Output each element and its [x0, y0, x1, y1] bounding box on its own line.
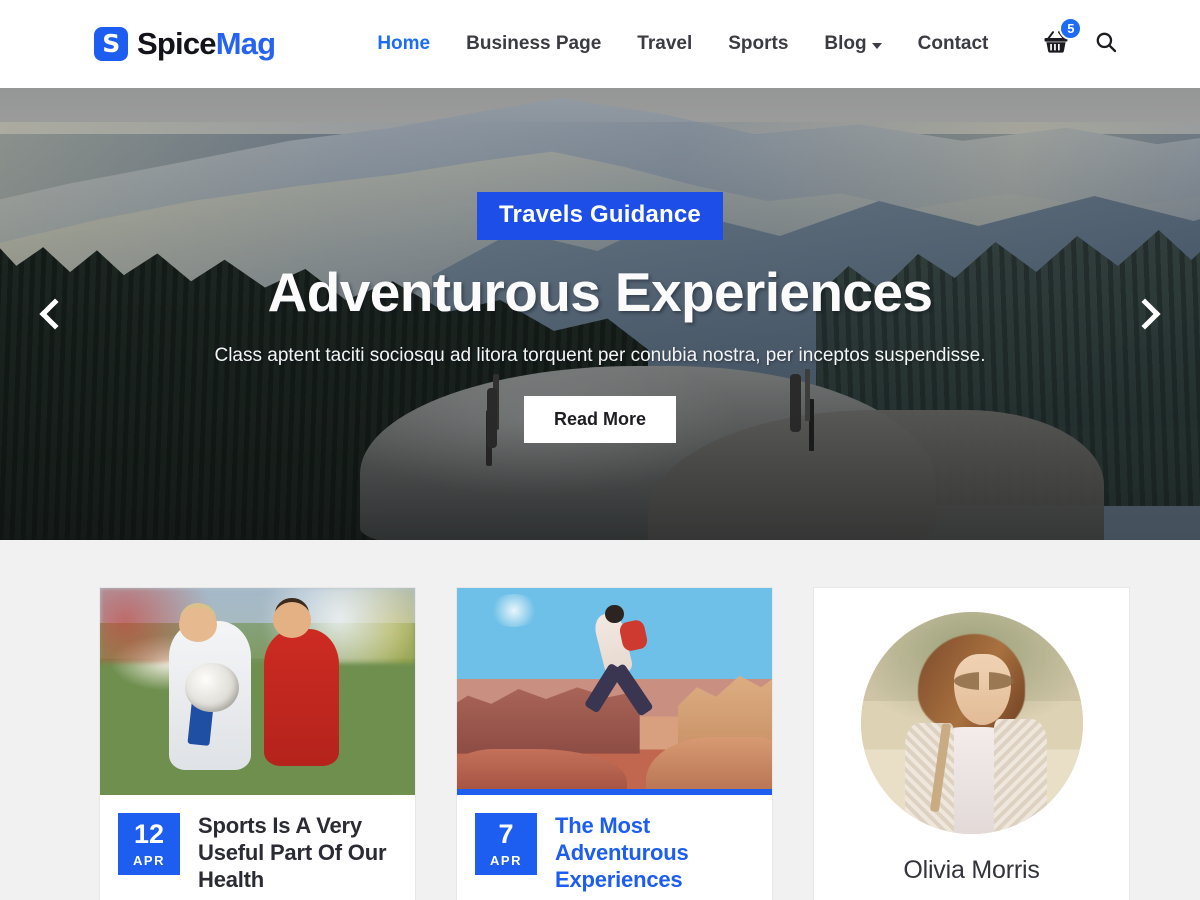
post-date-month: APR: [490, 852, 522, 868]
hero-prev-button[interactable]: [32, 291, 78, 337]
nav-item-contact[interactable]: Contact: [900, 33, 1007, 55]
author-profile-card: Olivia Morris: [814, 588, 1129, 900]
cart-count-badge: 5: [1059, 16, 1083, 40]
featured-cards-section: 12 APR Sports Is A Very Useful Part Of O…: [0, 540, 1200, 900]
post-card-sports-title[interactable]: Sports Is A Very Useful Part Of Our Heal…: [198, 813, 399, 893]
post-card-adventure-image[interactable]: [457, 588, 772, 795]
post-card-adventure[interactable]: 7 APR The Most Adventurous Experiences: [457, 588, 772, 900]
author-name: Olivia Morris: [903, 856, 1040, 884]
cart-button[interactable]: 5: [1042, 16, 1083, 60]
post-date-day: 7: [498, 818, 514, 849]
nav-item-contact-label: Contact: [917, 33, 989, 54]
post-card-adventure-body: 7 APR The Most Adventurous Experiences: [457, 795, 772, 900]
logo-wordmark: SpiceMag: [137, 26, 276, 62]
cards-row: 12 APR Sports Is A Very Useful Part Of O…: [100, 588, 1129, 900]
post-date-month: APR: [133, 852, 165, 868]
nav-item-business-page-label: Business Page: [466, 33, 602, 54]
logo-word-primary: Spice: [137, 26, 217, 61]
chevron-left-icon: [39, 298, 71, 330]
main-navigation: Home Business Page Travel Sports Blog Co…: [359, 33, 1006, 55]
hero-title: Adventurous Experiences: [267, 261, 933, 323]
post-date-badge: 7 APR: [475, 813, 537, 875]
site-header: S SpiceMag Home Business Page Travel Spo…: [0, 0, 1200, 88]
post-card-sports-body: 12 APR Sports Is A Very Useful Part Of O…: [100, 795, 415, 900]
logo-mark-letter: S: [102, 28, 120, 58]
post-date-badge: 12 APR: [118, 813, 180, 875]
nav-item-home-label: Home: [377, 33, 431, 54]
nav-item-sports[interactable]: Sports: [710, 33, 806, 55]
nav-item-travel-label: Travel: [637, 33, 693, 54]
search-button[interactable]: [1094, 30, 1118, 59]
avatar: [860, 612, 1083, 834]
nav-item-business-page[interactable]: Business Page: [448, 33, 619, 55]
chevron-right-icon: [1129, 298, 1161, 330]
site-logo[interactable]: S SpiceMag: [94, 26, 276, 62]
chevron-down-icon: [871, 43, 882, 49]
hero-read-more-button[interactable]: Read More: [523, 395, 677, 443]
hero-next-button[interactable]: [1122, 291, 1168, 337]
nav-item-travel[interactable]: Travel: [619, 33, 710, 55]
post-card-sports[interactable]: 12 APR Sports Is A Very Useful Part Of O…: [100, 588, 415, 900]
search-icon: [1097, 32, 1117, 52]
logo-mark-icon: S: [94, 27, 128, 61]
hero-content: Travels Guidance Adventurous Experiences…: [0, 88, 1200, 443]
nav-item-blog-label: Blog: [824, 33, 867, 54]
post-date-day: 12: [133, 818, 165, 849]
header-actions: 5: [1042, 16, 1118, 60]
hero-subtitle: Class aptent taciti sociosqu ad litora t…: [214, 344, 986, 366]
hero-badge: Travels Guidance: [477, 192, 723, 240]
post-card-adventure-accent-bar: [457, 789, 772, 795]
hero-slider: Travels Guidance Adventurous Experiences…: [0, 88, 1200, 540]
post-card-adventure-title[interactable]: The Most Adventurous Experiences: [555, 813, 756, 893]
post-card-sports-image[interactable]: [100, 588, 415, 795]
logo-word-secondary: Mag: [215, 26, 276, 61]
nav-item-home[interactable]: Home: [359, 33, 448, 55]
nav-item-sports-label: Sports: [728, 33, 789, 54]
nav-item-blog[interactable]: Blog: [806, 33, 899, 55]
